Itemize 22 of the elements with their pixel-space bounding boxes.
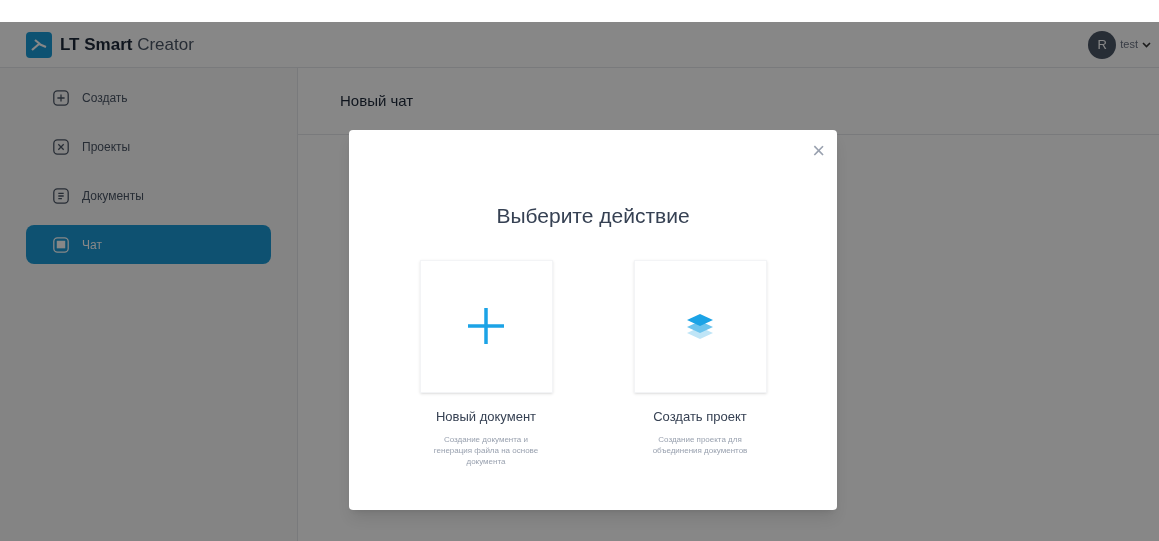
- option-card[interactable]: [419, 259, 553, 393]
- chevron-down-icon: [1142, 41, 1151, 48]
- option-title: Новый документ: [435, 407, 536, 426]
- plus-icon: [52, 88, 70, 107]
- sidebar-item[interactable]: Создать: [26, 78, 271, 117]
- avatar: R: [1088, 30, 1117, 59]
- option-card[interactable]: [633, 259, 767, 393]
- dialog-title: Выберите действие: [496, 203, 690, 229]
- option-description: Создание проекта для объединения документов: [651, 434, 749, 456]
- option-title: Создать проект: [653, 407, 747, 426]
- document-icon: [52, 186, 70, 205]
- sidebar-item[interactable]: Проекты: [26, 127, 271, 166]
- app-name: LT Smart Creator: [60, 33, 194, 56]
- logo-icon: [26, 31, 52, 58]
- option-description: Создание документа и генерация файла на основе документа: [432, 434, 540, 467]
- layers-icon: [685, 313, 715, 339]
- user-menu[interactable]: R test: [1088, 30, 1151, 59]
- chat-title: Новый чат: [340, 90, 414, 111]
- sidebar-item[interactable]: Чат: [26, 225, 271, 264]
- sidebar-item[interactable]: Документы: [26, 176, 271, 215]
- close-button[interactable]: ×: [812, 140, 825, 162]
- plus-icon: [466, 306, 506, 346]
